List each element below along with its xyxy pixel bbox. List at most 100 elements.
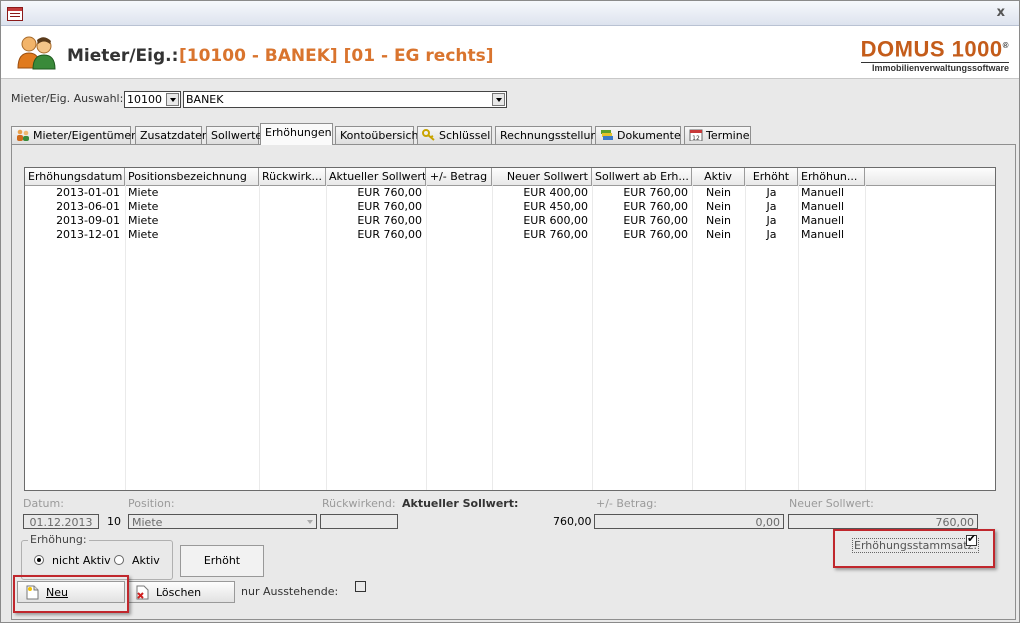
rueckwirkend-field[interactable] (320, 514, 398, 529)
table-row[interactable]: 2013-09-01 Miete EUR 760,00 EUR 600,00 E… (25, 214, 995, 228)
tab-mieter-eigentuemer[interactable]: Mieter/Eigentümer (11, 126, 136, 144)
cell-erhoeht: Ja (766, 200, 777, 213)
neuer-sollwert-field[interactable]: 760,00 (788, 514, 978, 529)
cell-betrag (426, 200, 492, 214)
form-icon (7, 7, 23, 21)
loeschen-label: Löschen (156, 586, 202, 599)
radio-nicht-aktiv[interactable] (34, 555, 44, 565)
nur-ausstehende-label: nur Ausstehende: (241, 585, 339, 598)
column-header[interactable]: Erhöht (745, 168, 798, 185)
group-title: Erhöhung: (28, 533, 89, 546)
header-record: [10100 - BANEK] [01 - EG rechts] (179, 46, 494, 66)
tab-rechnungsstellung[interactable]: Rechnungsstellung (495, 126, 604, 144)
tab-label: Mieter/Eigentümer (33, 129, 136, 142)
logo-subtitle: Immobilienverwaltungssoftware (860, 62, 1009, 73)
radio-aktiv[interactable] (114, 555, 124, 565)
cell-position: Miete (128, 228, 159, 241)
tenant-name-value: BANEK (186, 93, 224, 106)
highlight-neu (13, 575, 129, 613)
cell-aktiv: Nein (705, 228, 732, 241)
chevron-down-icon[interactable] (492, 93, 505, 106)
cell-aktueller: EUR 760,00 (357, 200, 422, 213)
increase-table[interactable]: Erhöhungsdatum Positionsbezeichnung Rück… (24, 167, 996, 491)
position-number: 10 (107, 515, 121, 528)
cell-aktueller: EUR 760,00 (357, 214, 422, 227)
cell-position: Miete (128, 186, 159, 199)
tab-kontouebersicht[interactable]: Kontoübersicht (335, 126, 423, 144)
cell-betrag (426, 186, 492, 200)
delete-document-icon (136, 585, 149, 600)
datum-field[interactable]: 01.12.2013 (23, 514, 99, 529)
tenant-id-combo[interactable]: 10100 (124, 91, 181, 108)
svg-text:12: 12 (692, 135, 700, 141)
close-button[interactable]: x (997, 5, 1005, 20)
radio-nicht-aktiv-label: nicht Aktiv (52, 554, 111, 567)
users-icon (17, 129, 29, 141)
window: x Mieter/Eig.: [10100 - BANEK] [01 - EG … (0, 0, 1020, 623)
title-bar: x (1, 1, 1019, 26)
cell-erhoeht: Ja (766, 186, 777, 199)
table-row[interactable]: 2013-01-01 Miete EUR 760,00 EUR 400,00 E… (25, 186, 995, 200)
cell-position: Miete (128, 214, 159, 227)
column-header[interactable]: Rückwirk... (259, 168, 326, 185)
column-header[interactable]: Sollwert ab Erh... (592, 168, 692, 185)
chevron-down-icon[interactable] (166, 93, 179, 106)
cell-aktueller: EUR 760,00 (357, 186, 422, 199)
tenant-name-combo[interactable]: BANEK (183, 91, 507, 108)
highlight-stammsatz (833, 529, 995, 568)
column-header[interactable]: Erhöhun... (798, 168, 865, 185)
table-row[interactable]: 2013-12-01 Miete EUR 760,00 EUR 760,00 E… (25, 228, 995, 242)
betrag-label: +/- Betrag: (596, 497, 657, 510)
tab-schluessel[interactable]: Schlüssel (417, 126, 492, 144)
cell-aktueller: EUR 760,00 (357, 228, 422, 241)
tab-label: Erhöhungen (265, 126, 332, 139)
tab-zusatzdaten[interactable]: Zusatzdaten (135, 126, 209, 144)
column-header[interactable]: Aktiv (692, 168, 745, 185)
nur-ausstehende-checkbox[interactable] (355, 581, 366, 592)
erhoeht-indicator: Erhöht (180, 545, 264, 577)
tenant-id-value: 10100 (127, 93, 162, 106)
table-row[interactable]: 2013-06-01 Miete EUR 760,00 EUR 450,00 E… (25, 200, 995, 214)
loeschen-button[interactable]: Löschen (127, 581, 235, 603)
selection-label: Mieter/Eig. Auswahl: (11, 92, 124, 105)
cell-betrag (426, 228, 492, 242)
cell-rueckwirkend (259, 200, 326, 214)
column-header[interactable]: Neuer Sollwert (492, 168, 592, 185)
domus-logo: DOMUS 1000® Immobilienverwaltungssoftwar… (860, 34, 1009, 73)
column-header[interactable]: +/- Betrag (426, 168, 492, 185)
chevron-down-icon[interactable] (307, 520, 313, 524)
cell-erhoeht: Ja (766, 228, 777, 241)
header-label: Mieter/Eig.: (67, 46, 179, 66)
tab-sollwerte[interactable]: Sollwerte (206, 126, 263, 144)
cell-aktiv: Nein (705, 186, 732, 199)
column-header[interactable]: Erhöhungsdatum (25, 168, 125, 185)
position-combo[interactable]: Miete (128, 514, 317, 529)
cell-erhoehungsart: Manuell (801, 214, 845, 227)
tab-label: Sollwerte (211, 129, 263, 142)
cell-sollwert-ab: EUR 760,00 (623, 200, 688, 213)
cell-date: 2013-12-01 (56, 228, 120, 241)
cell-neuer: EUR 450,00 (523, 200, 588, 213)
column-header[interactable]: Positionsbezeichnung (125, 168, 259, 185)
cell-aktiv: Nein (705, 200, 732, 213)
logo-registered: ® (1002, 41, 1009, 50)
column-header[interactable]: Aktueller Sollwert (326, 168, 426, 185)
tab-label: Zusatzdaten (140, 129, 209, 142)
cell-position: Miete (128, 200, 159, 213)
cell-aktiv: Nein (705, 214, 732, 227)
tab-dokumente[interactable]: Dokumente (595, 126, 681, 144)
neuer-sollwert-label: Neuer Sollwert: (789, 497, 874, 510)
cell-rueckwirkend (259, 214, 326, 228)
tab-termine[interactable]: 12 Termine (684, 126, 751, 144)
betrag-field[interactable]: 0,00 (594, 514, 784, 529)
cell-rueckwirkend (259, 228, 326, 242)
tab-erhoehungen[interactable]: Erhöhungen (260, 123, 333, 145)
documents-icon (601, 130, 613, 140)
radio-aktiv-label: Aktiv (132, 554, 160, 567)
cell-betrag (426, 214, 492, 228)
cell-date: 2013-01-01 (56, 186, 120, 199)
cell-neuer: EUR 600,00 (523, 214, 588, 227)
calendar-icon: 12 (689, 129, 703, 141)
rueckwirkend-label: Rückwirkend: (322, 497, 396, 510)
tab-label: Termine (706, 129, 750, 142)
